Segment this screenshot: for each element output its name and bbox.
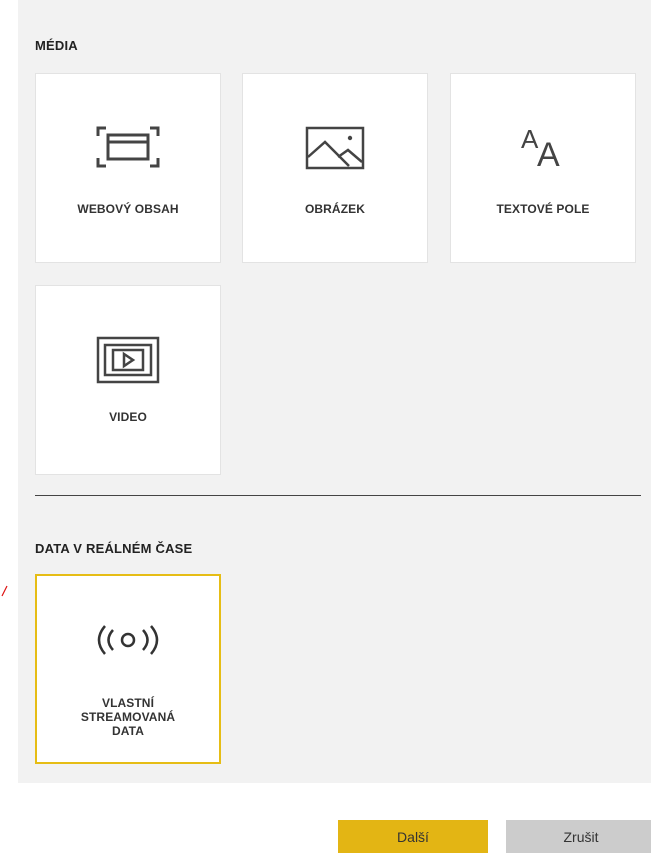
video-icon — [96, 336, 160, 384]
streaming-data-icon — [97, 625, 159, 655]
media-section-title: MÉDIA — [35, 38, 78, 53]
tile-label-line: STREAMOVANÁ — [80, 710, 176, 724]
image-icon — [305, 126, 365, 170]
tile-text-box[interactable]: A A TEXTOVÉ POLE — [450, 73, 636, 263]
tile-label: VLASTNÍ STREAMOVANÁ DATA — [37, 696, 219, 738]
edge-marker-icon — [1, 585, 8, 597]
tile-label: OBRÁZEK — [304, 202, 366, 216]
cancel-button[interactable]: Zrušit — [506, 820, 651, 853]
text-box-icon: A A — [521, 124, 560, 172]
tile-label: WEBOVÝ OBSAH — [77, 202, 179, 216]
next-button[interactable]: Další — [338, 820, 488, 853]
web-content-icon — [96, 126, 160, 168]
realtime-section-title: DATA V REÁLNÉM ČASE — [35, 541, 193, 556]
tile-label: TEXTOVÉ POLE — [496, 202, 590, 216]
tile-image[interactable]: OBRÁZEK — [242, 73, 428, 263]
tile-label-line: DATA — [112, 724, 144, 738]
svg-text:A: A — [537, 136, 560, 172]
section-divider — [35, 495, 641, 496]
tile-web-content[interactable]: WEBOVÝ OBSAH — [35, 73, 221, 263]
tile-video[interactable]: VIDEO — [35, 285, 221, 475]
tile-label: VIDEO — [109, 410, 147, 424]
tile-custom-streaming-data[interactable]: VLASTNÍ STREAMOVANÁ DATA — [35, 574, 221, 764]
tile-label-line: VLASTNÍ — [101, 696, 155, 710]
